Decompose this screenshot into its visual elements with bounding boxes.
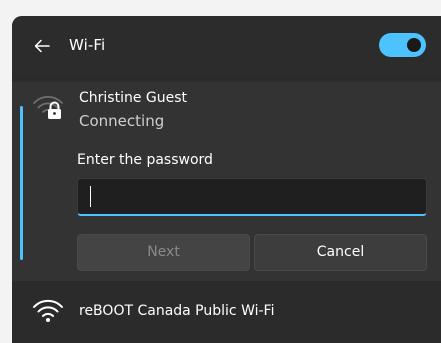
network-name: Christine Guest <box>79 90 188 106</box>
wifi-flyout-panel: Wi-Fi Christine Guest Connecting Enter t… <box>12 16 441 343</box>
wifi-header: Wi-Fi <box>12 16 441 76</box>
toggle-knob <box>407 38 421 52</box>
cancel-button[interactable]: Cancel <box>254 234 427 271</box>
password-input[interactable] <box>77 178 427 216</box>
arrow-left-icon <box>34 39 50 53</box>
network-list-item[interactable]: reBOOT Canada Public Wi-Fi <box>12 281 441 343</box>
back-button[interactable] <box>30 34 54 58</box>
wifi-icon <box>33 299 63 322</box>
password-label: Enter the password <box>77 152 213 168</box>
wifi-toggle[interactable] <box>379 33 426 57</box>
text-caret <box>90 186 91 207</box>
wifi-lock-icon <box>33 96 63 119</box>
network-list-item-name: reBOOT Canada Public Wi-Fi <box>79 303 275 319</box>
header-title: Wi-Fi <box>69 36 106 54</box>
next-button[interactable]: Next <box>77 234 250 271</box>
active-network-card: Christine Guest Connecting Enter the pas… <box>12 82 441 281</box>
selection-accent-bar <box>20 106 23 260</box>
network-status: Connecting <box>79 112 165 130</box>
